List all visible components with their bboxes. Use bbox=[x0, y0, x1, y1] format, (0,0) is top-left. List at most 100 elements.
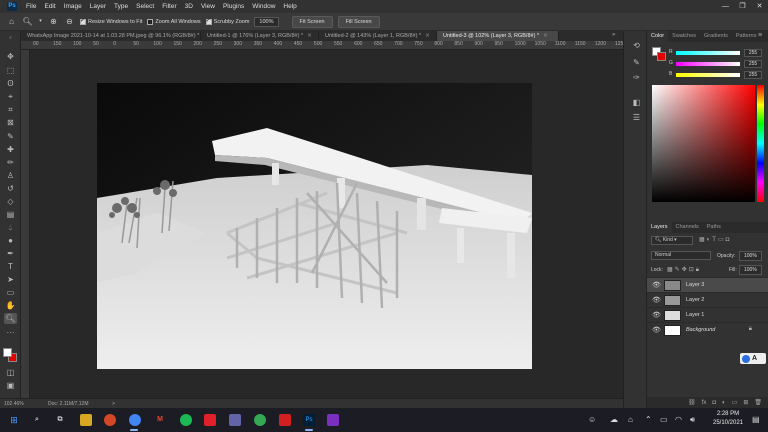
layer-name[interactable]: Layer 3 bbox=[686, 282, 704, 288]
foreground-color-swatch[interactable] bbox=[3, 348, 12, 357]
tab-channels[interactable]: Channels bbox=[672, 222, 703, 233]
zoom-percent-field[interactable]: 100% bbox=[254, 16, 279, 27]
menu-file[interactable]: File bbox=[22, 3, 40, 10]
home-icon[interactable]: ⌂ bbox=[6, 16, 17, 27]
blue-value-field[interactable]: 255 bbox=[744, 71, 762, 79]
status-zoom[interactable]: 102.46% bbox=[4, 401, 24, 407]
menu-type[interactable]: Type bbox=[110, 3, 132, 10]
tab-untitled-3[interactable]: Untitled-3 @ 102% (Layer 3, RGB/8#) * ✕ bbox=[437, 31, 559, 41]
people-icon[interactable]: ☺ bbox=[588, 415, 596, 424]
blend-mode-select[interactable]: Normal bbox=[651, 251, 711, 260]
quick-mask-icon[interactable]: ◫ bbox=[4, 367, 17, 378]
menu-edit[interactable]: Edit bbox=[40, 3, 59, 10]
eyedropper-tool-icon[interactable]: ✎ bbox=[4, 131, 17, 142]
link-icon[interactable]: ⛓ bbox=[688, 399, 696, 406]
hand-tool-icon[interactable]: ✋ bbox=[4, 300, 17, 311]
file-explorer-icon[interactable] bbox=[80, 414, 92, 426]
layer-filter-select[interactable]: 🔍︎ Kind ▾ bbox=[651, 236, 693, 245]
blue-slider[interactable]: B 255 bbox=[669, 71, 764, 79]
maximize-button[interactable]: ❐ bbox=[734, 0, 751, 13]
menu-filter[interactable]: Filter bbox=[158, 3, 180, 10]
green-slider-track[interactable] bbox=[676, 62, 740, 66]
close-button[interactable]: ✕ bbox=[751, 0, 768, 13]
zoom-tool-preset-icon[interactable]: 🔍︎ bbox=[22, 16, 33, 27]
lock-icons[interactable]: ▦✎✥⊡🔒︎ bbox=[667, 266, 701, 274]
chrome-profile-icon[interactable] bbox=[254, 414, 266, 426]
clock-time[interactable]: 2:28 PM bbox=[713, 411, 743, 417]
zoom-all-windows-checkbox[interactable]: Zoom All Windows bbox=[147, 18, 201, 25]
zoom-tool-icon[interactable]: 🔍︎ bbox=[4, 313, 17, 324]
history-brush-tool-icon[interactable]: ↺ bbox=[4, 183, 17, 194]
fx-icon[interactable]: fx bbox=[702, 400, 707, 406]
background-color-chip[interactable] bbox=[657, 52, 666, 61]
dodge-tool-icon[interactable]: ● bbox=[4, 235, 17, 246]
red-value-field[interactable]: 255 bbox=[744, 49, 762, 57]
menu-image[interactable]: Image bbox=[60, 3, 86, 10]
wifi-icon[interactable]: ◠ bbox=[675, 415, 682, 424]
chevron-up-icon[interactable]: ⌃ bbox=[645, 415, 652, 424]
photoshop-logo[interactable]: Ps bbox=[7, 2, 17, 11]
acrobat-icon[interactable] bbox=[279, 414, 291, 426]
gradient-tool-icon[interactable]: ▤ bbox=[4, 209, 17, 220]
panel-menu-icon[interactable]: ≡ bbox=[758, 32, 762, 39]
fill-screen-button[interactable]: Fill Screen bbox=[337, 15, 380, 28]
eraser-tool-icon[interactable]: ◇ bbox=[4, 196, 17, 207]
onedrive-icon[interactable]: ☁ bbox=[610, 415, 618, 424]
fit-screen-button[interactable]: Fit Screen bbox=[291, 15, 333, 28]
blur-tool-icon[interactable]: 💧︎ bbox=[4, 222, 17, 233]
mask-icon[interactable]: ◘ bbox=[712, 400, 716, 406]
menu-plugins[interactable]: Plugins bbox=[219, 3, 248, 10]
tab-overflow-icon[interactable]: » bbox=[612, 32, 615, 38]
task-view-icon[interactable]: ⧉ bbox=[54, 414, 66, 426]
brush-tool-icon[interactable]: ✏ bbox=[4, 157, 17, 168]
menu-layer[interactable]: Layer bbox=[86, 3, 110, 10]
scrubby-zoom-checkbox[interactable]: Scrubby Zoom bbox=[205, 17, 249, 25]
group-icon[interactable]: ▭ bbox=[732, 399, 738, 406]
menu-3d[interactable]: 3D bbox=[181, 3, 197, 10]
rectangle-tool-icon[interactable]: ▭ bbox=[4, 287, 17, 298]
hue-strip[interactable] bbox=[757, 85, 764, 202]
red-slider-track[interactable] bbox=[676, 51, 740, 55]
trash-icon[interactable]: 🗑 bbox=[754, 399, 762, 406]
layer-row-layer-2[interactable]: 👁︎ Layer 2 bbox=[647, 292, 768, 307]
screen-mode-icon[interactable]: ▣ bbox=[4, 380, 17, 391]
ruler-horizontal[interactable]: 00 150 100 50 0 50 100 150 200 250 300 350 400 450 500… bbox=[21, 41, 623, 50]
layer-row-background[interactable]: 👁︎ Background 🔒︎ bbox=[647, 322, 768, 337]
frame-tool-icon[interactable]: ⊠ bbox=[4, 117, 17, 128]
volume-icon[interactable]: 🔊︎ bbox=[690, 415, 695, 425]
red-app-icon[interactable] bbox=[204, 414, 216, 426]
ruler-vertical[interactable] bbox=[21, 50, 30, 398]
search-icon[interactable]: ⌕ bbox=[31, 414, 43, 426]
tab-swatches[interactable]: Swatches bbox=[668, 31, 700, 42]
menu-view[interactable]: View bbox=[197, 3, 219, 10]
tab-untitled-2[interactable]: Untitled-2 @ 143% (Layer 1, RGB/8#) * ✕ bbox=[319, 31, 437, 41]
opacity-field[interactable]: 100% bbox=[739, 251, 762, 261]
close-icon[interactable]: ✕ bbox=[425, 33, 430, 39]
teams-icon[interactable] bbox=[229, 414, 241, 426]
ime-indicator[interactable]: A bbox=[740, 353, 766, 364]
tab-layers[interactable]: Layers bbox=[647, 222, 672, 233]
fill-field[interactable]: 100% bbox=[739, 265, 762, 275]
tab-untitled-1[interactable]: Untitled-1 @ 176% (Layer 3, RGB/8#) * ✕ bbox=[201, 31, 319, 41]
layer-name[interactable]: Background bbox=[686, 327, 715, 333]
layer-row-layer-3[interactable]: 👁︎ Layer 3 bbox=[647, 277, 768, 292]
eye-icon[interactable]: 👁︎ bbox=[652, 296, 661, 304]
windows-start-icon[interactable]: ⊞ bbox=[8, 414, 20, 426]
notification-icon[interactable]: ▤ bbox=[752, 415, 760, 424]
zoom-out-icon[interactable]: ⊖ bbox=[64, 16, 75, 27]
gmail-icon[interactable]: M bbox=[154, 414, 166, 426]
battery-icon[interactable]: ▭ bbox=[660, 415, 668, 424]
green-value-field[interactable]: 255 bbox=[744, 60, 762, 68]
eye-icon[interactable]: 👁︎ bbox=[652, 281, 661, 289]
blue-slider-track[interactable] bbox=[676, 73, 740, 77]
chrome-icon[interactable] bbox=[129, 414, 141, 426]
tab-gradients[interactable]: Gradients bbox=[700, 31, 732, 42]
purple-app-icon[interactable] bbox=[327, 414, 339, 426]
close-icon[interactable]: ✕ bbox=[543, 33, 548, 39]
crop-tool-icon[interactable]: ⌗ bbox=[4, 104, 17, 115]
zoom-in-icon[interactable]: ⊕ bbox=[48, 16, 59, 27]
green-slider[interactable]: G 255 bbox=[669, 60, 764, 68]
lock-icon[interactable]: 🔒︎ bbox=[749, 326, 752, 333]
menu-help[interactable]: Help bbox=[279, 3, 300, 10]
resize-windows-checkbox[interactable]: Resize Windows to Fit bbox=[80, 17, 142, 25]
